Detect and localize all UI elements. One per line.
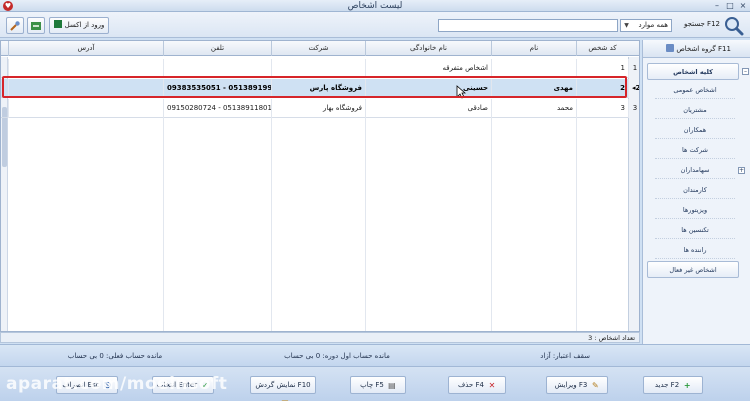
sidebar-item-drivers[interactable]: راننده ها bbox=[655, 242, 735, 259]
account-summary-bar: سقف اعتبار: آزاد مانده حساب اول دوره: 0 … bbox=[0, 344, 750, 366]
delete-icon: ✕ bbox=[488, 381, 496, 390]
plus-icon: + bbox=[683, 381, 691, 390]
collapse-icon[interactable]: – bbox=[742, 68, 749, 75]
sidebar-item-companies[interactable]: شرکت ها bbox=[655, 142, 735, 159]
column-header-code[interactable]: کد شخص bbox=[576, 41, 628, 56]
search-input[interactable] bbox=[438, 19, 618, 32]
sidebar-item-customers[interactable]: مشتریان bbox=[655, 102, 735, 119]
sidebar-item-inactive[interactable]: اشخاص غیر فعال bbox=[647, 261, 739, 278]
column-header-first-name[interactable]: نام bbox=[491, 41, 576, 56]
cell-last-name: صادقی bbox=[365, 99, 491, 118]
pencil-icon: ✎ bbox=[592, 381, 599, 390]
person-groups-sidebar: گروه اشخاص F11 کلیه اشخاص – اشخاص عمومی … bbox=[642, 40, 750, 344]
print-button[interactable]: چاپ F5 ▤ bbox=[350, 376, 406, 394]
sidebar-item-colleagues[interactable]: همکاران bbox=[655, 122, 735, 139]
import-excel-button[interactable]: ورود از اکسل bbox=[49, 17, 109, 34]
sidebar-title-label: گروه اشخاص F11 bbox=[676, 45, 731, 53]
column-header-phone[interactable]: تلفن bbox=[163, 41, 271, 56]
toolbar: ورود از اکسل ▼ همه موارد جستجو F12 bbox=[0, 12, 750, 38]
delete-button[interactable]: حذف F4 ✕ bbox=[448, 376, 506, 394]
delete-button-label: حذف F4 bbox=[458, 381, 484, 389]
sidebar-item-employees[interactable]: کارمندان bbox=[655, 182, 735, 199]
sidebar-item-shareholders[interactable]: سهامداران bbox=[655, 162, 735, 179]
arrows-icon bbox=[31, 22, 41, 30]
column-header-last-name[interactable]: نام خانوادگی bbox=[365, 41, 491, 56]
excel-icon bbox=[53, 20, 62, 28]
import-excel-label: ورود از اکسل bbox=[64, 21, 105, 29]
opening-balance-text: مانده حساب اول دوره: 0 بی حساب bbox=[284, 352, 390, 360]
chevron-down-icon: ▼ bbox=[624, 22, 629, 29]
row-number: 3 bbox=[628, 99, 639, 118]
column-header-company[interactable]: شرکت bbox=[271, 41, 365, 56]
edit-button-label: ویرایش F3 bbox=[554, 381, 588, 389]
filter-select[interactable]: ▼ همه موارد bbox=[620, 19, 672, 32]
maximize-button[interactable]: □ bbox=[724, 0, 736, 12]
cell-first-name: محمد bbox=[491, 99, 576, 118]
cell-address bbox=[8, 99, 163, 118]
grid-column-lines bbox=[163, 118, 577, 331]
printer-icon: ▤ bbox=[388, 381, 396, 390]
credit-limit-text: سقف اعتبار: آزاد bbox=[540, 352, 590, 360]
sidebar-title: گروه اشخاص F11 bbox=[643, 40, 750, 58]
cell-company: فروشگاه بهار bbox=[271, 99, 365, 118]
groups-icon bbox=[666, 44, 675, 52]
search-icon[interactable] bbox=[724, 16, 744, 36]
new-button-label: جدید F2 bbox=[654, 381, 680, 389]
grid-header: آدرس تلفن شرکت نام خانوادگی نام کد شخص bbox=[1, 41, 639, 56]
sidebar-item-all-persons[interactable]: کلیه اشخاص bbox=[647, 63, 739, 80]
filter-select-value: همه موارد bbox=[638, 21, 668, 29]
search-label: جستجو F12 bbox=[684, 20, 720, 28]
row-number: 1 bbox=[628, 59, 639, 78]
table-row[interactable]: 09150280724 - 05138911801 فروشگاه بهار ص… bbox=[1, 99, 639, 118]
tools-icon bbox=[10, 21, 20, 31]
edit-button[interactable]: ویرایش F3 ✎ bbox=[546, 376, 608, 394]
title-bar: ♥ لیست اشخاص – □ × bbox=[0, 0, 750, 12]
print-button-label: چاپ F5 bbox=[360, 381, 384, 389]
cell-phone: 09150280724 - 05138911801 bbox=[163, 99, 271, 118]
row-number-value: 2 bbox=[635, 84, 640, 92]
minimize-button[interactable]: – bbox=[711, 0, 723, 12]
show-turnover-button[interactable]: نمایش گردش F10▭ bbox=[250, 376, 316, 401]
current-balance-text: مانده حساب فعلی: 0 بی حساب bbox=[67, 352, 163, 360]
tools-button[interactable] bbox=[6, 17, 24, 34]
column-header-address[interactable]: آدرس bbox=[8, 41, 163, 56]
show-turnover-label: نمایش گردش F10 bbox=[255, 381, 311, 389]
cell-code: 3 bbox=[576, 99, 628, 118]
watermark-text: aparat.com/moeinsoft bbox=[6, 374, 228, 394]
row-number: ◂2 bbox=[628, 79, 640, 98]
expand-icon[interactable]: + bbox=[738, 167, 745, 174]
window-title: لیست اشخاص bbox=[347, 1, 403, 11]
sidebar-item-general[interactable]: اشخاص عمومی bbox=[655, 82, 735, 99]
sidebar-item-technicians[interactable]: تکنسین ها bbox=[655, 222, 735, 239]
sidebar-item-visitors[interactable]: ویزیتورها bbox=[655, 202, 735, 219]
new-button[interactable]: جدید F2 + bbox=[643, 376, 703, 394]
persons-count: تعداد اشخاص : 3 bbox=[0, 332, 640, 343]
close-button[interactable]: × bbox=[737, 0, 749, 12]
selection-highlight bbox=[2, 76, 627, 98]
refresh-button[interactable] bbox=[27, 17, 45, 34]
